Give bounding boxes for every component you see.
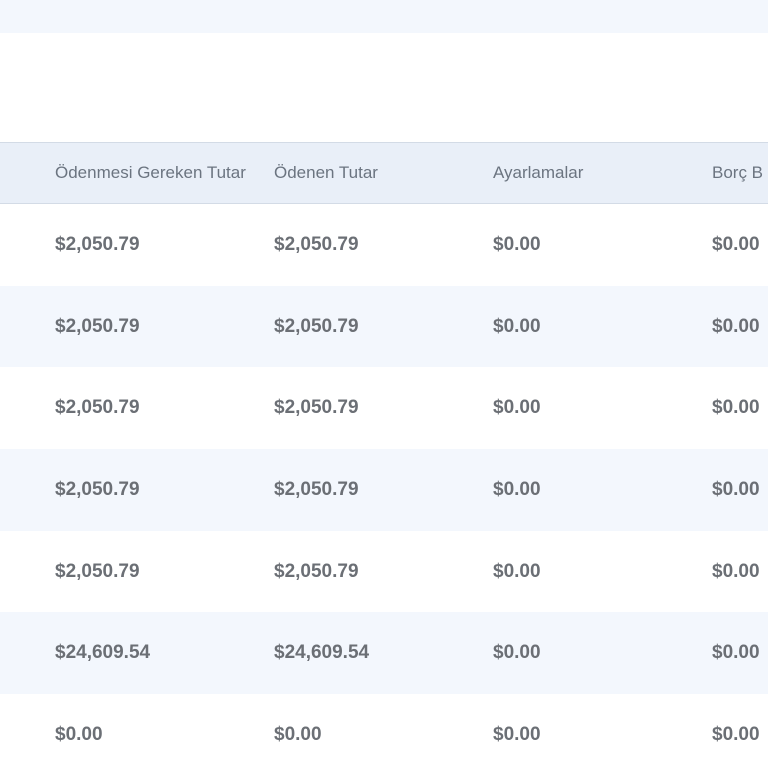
table-header: Ödenmesi Gereken Tutar Ödenen Tutar Ayar…	[0, 142, 768, 204]
table-row[interactable]: $24,609.54 $24,609.54 $0.00 $0.00	[0, 612, 768, 695]
content-spacer	[0, 33, 768, 142]
cell-amount-due: $2,050.79	[55, 560, 140, 582]
column-header-amount-due[interactable]: Ödenmesi Gereken Tutar	[55, 143, 246, 203]
cell-balance: $0.00	[712, 234, 760, 255]
cell-adjustments: $0.00	[493, 560, 541, 582]
cell-amount-paid: $2,050.79	[274, 315, 359, 337]
cell-amount-due: $0.00	[55, 724, 103, 746]
cell-amount-paid: $2,050.79	[274, 234, 359, 255]
cell-amount-paid: $0.00	[274, 724, 322, 746]
cell-balance: $0.00	[712, 724, 760, 746]
column-header-balance[interactable]: Borç B	[712, 143, 763, 203]
cell-amount-paid: $24,609.54	[274, 642, 370, 664]
payments-table: Ödenmesi Gereken Tutar Ödenen Tutar Ayar…	[0, 142, 768, 776]
cell-amount-due: $24,609.54	[55, 642, 151, 664]
table-row[interactable]: $2,050.79 $2,050.79 $0.00 $0.00	[0, 204, 768, 286]
table-row[interactable]: $2,050.79 $2,050.79 $0.00 $0.00	[0, 367, 768, 449]
table-row[interactable]: $2,050.79 $2,050.79 $0.00 $0.00	[0, 449, 768, 531]
cell-adjustments: $0.00	[493, 642, 541, 664]
table-row[interactable]: $0.00 $0.00 $0.00 $0.00	[0, 694, 768, 776]
cell-balance: $0.00	[712, 315, 760, 337]
cell-balance: $0.00	[712, 642, 760, 664]
cell-adjustments: $0.00	[493, 234, 541, 255]
cell-amount-due: $2,050.79	[55, 479, 140, 501]
table-row[interactable]: $2,050.79 $2,050.79 $0.00 $0.00	[0, 285, 768, 368]
cell-amount-paid: $2,050.79	[274, 397, 359, 419]
cell-amount-paid: $2,050.79	[274, 479, 359, 501]
column-header-adjustments[interactable]: Ayarlamalar	[493, 143, 583, 203]
column-header-amount-paid[interactable]: Ödenen Tutar	[274, 143, 378, 203]
cell-balance: $0.00	[712, 560, 760, 582]
cell-balance: $0.00	[712, 479, 760, 501]
cell-balance: $0.00	[712, 397, 760, 419]
cell-adjustments: $0.00	[493, 315, 541, 337]
cell-amount-due: $2,050.79	[55, 397, 140, 419]
cell-adjustments: $0.00	[493, 397, 541, 419]
cell-amount-due: $2,050.79	[55, 234, 140, 255]
top-bar	[0, 0, 768, 33]
cell-adjustments: $0.00	[493, 479, 541, 501]
table-row[interactable]: $2,050.79 $2,050.79 $0.00 $0.00	[0, 531, 768, 613]
cell-amount-paid: $2,050.79	[274, 560, 359, 582]
cell-adjustments: $0.00	[493, 724, 541, 746]
cell-amount-due: $2,050.79	[55, 315, 140, 337]
